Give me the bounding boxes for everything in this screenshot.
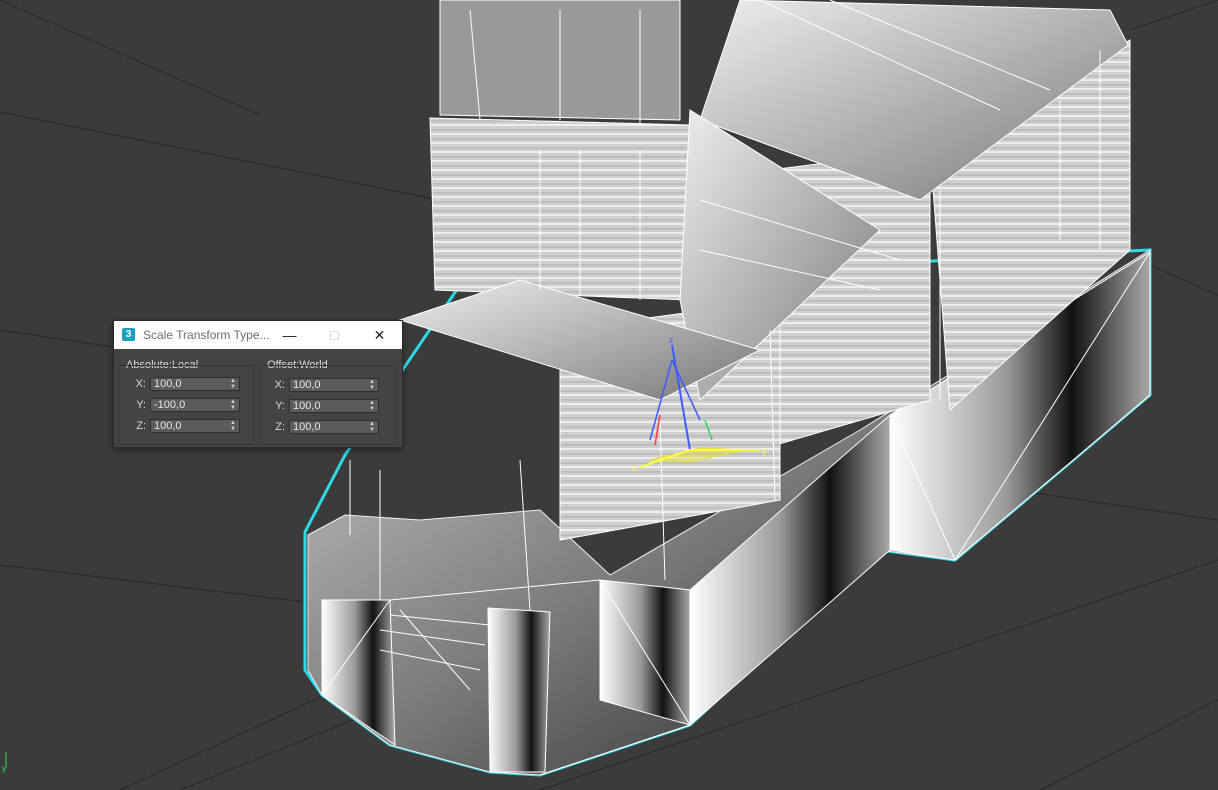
scale-transform-type-in-dialog: 3 Scale Transform Type... — □ ✕ Absolute… bbox=[113, 320, 403, 448]
close-icon: ✕ bbox=[373, 327, 386, 343]
spinner-arrows-icon[interactable]: ▲ ▼ bbox=[367, 379, 377, 391]
absolute-x-spinner[interactable]: ▲▼ bbox=[150, 377, 240, 391]
tower-log-wall bbox=[429, 117, 691, 301]
absolute-x-input[interactable] bbox=[151, 378, 228, 390]
close-button[interactable]: ✕ bbox=[357, 321, 402, 349]
absolute-y-label: Y: bbox=[136, 399, 146, 411]
maximize-button: □ bbox=[312, 321, 357, 349]
offset-x-input[interactable] bbox=[290, 379, 367, 391]
offset-z-label: Z: bbox=[275, 421, 285, 433]
offset-y-label: Y: bbox=[275, 400, 285, 412]
spinner-arrows-icon[interactable]: ▲ ▼ bbox=[367, 421, 377, 433]
offset-y-spinner[interactable]: ▲▼ bbox=[289, 399, 379, 413]
offset-z-spinner[interactable]: ▲▼ bbox=[289, 420, 379, 434]
absolute-y-spinner[interactable]: ▲▼ bbox=[150, 398, 240, 412]
spinner-arrows-icon[interactable]: ▲ ▼ bbox=[228, 399, 238, 411]
gizmo-z-label: z bbox=[669, 335, 674, 345]
gizmo-x-label: x bbox=[632, 463, 637, 473]
offset-y-input[interactable] bbox=[290, 400, 367, 412]
3dsmax-app-icon: 3 bbox=[122, 328, 135, 341]
absolute-z-spinner[interactable]: ▲▼ bbox=[150, 419, 240, 433]
foundation-block-mid bbox=[487, 607, 551, 773]
offset-x-label: X: bbox=[274, 379, 285, 391]
minimize-icon: — bbox=[282, 327, 297, 343]
offset-z-input[interactable] bbox=[290, 421, 367, 433]
gizmo-y-label: y bbox=[762, 446, 767, 456]
dialog-title: Scale Transform Type... bbox=[143, 328, 270, 342]
spinner-arrows-icon[interactable]: ▲ ▼ bbox=[228, 420, 238, 432]
absolute-z-input[interactable] bbox=[151, 420, 228, 432]
minimize-button[interactable]: — bbox=[267, 321, 312, 349]
absolute-z-label: Z: bbox=[136, 420, 146, 432]
offset-x-spinner[interactable]: ▲▼ bbox=[289, 378, 379, 392]
world-y-label: y bbox=[2, 763, 7, 773]
spinner-arrows-icon[interactable]: ▲ ▼ bbox=[228, 378, 238, 390]
dialog-titlebar[interactable]: 3 Scale Transform Type... — □ ✕ bbox=[114, 321, 402, 349]
absolute-x-label: X: bbox=[135, 378, 146, 390]
maximize-icon: □ bbox=[330, 327, 339, 343]
absolute-y-input[interactable] bbox=[151, 399, 228, 411]
spinner-arrows-icon[interactable]: ▲ ▼ bbox=[367, 400, 377, 412]
